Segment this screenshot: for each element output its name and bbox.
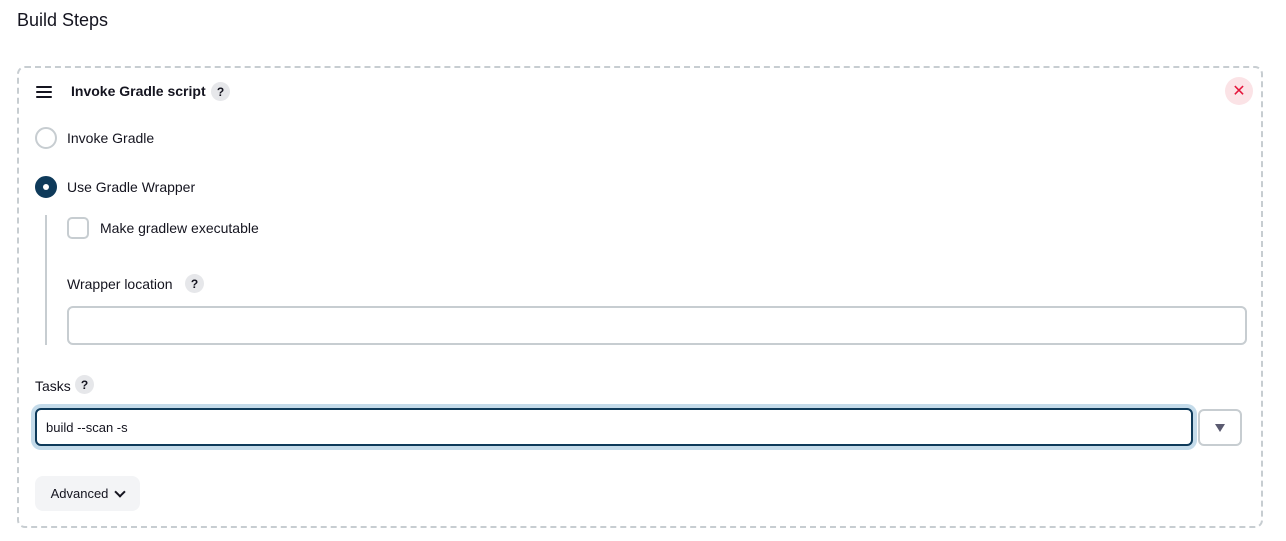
tasks-help-icon[interactable]: ?: [75, 375, 94, 394]
drag-line: [36, 96, 52, 98]
close-icon: ✕: [1232, 83, 1246, 100]
delete-step-button[interactable]: ✕: [1225, 77, 1253, 105]
build-step-card: [17, 66, 1263, 528]
step-title: Invoke Gradle script: [71, 83, 206, 99]
advanced-label: Advanced: [50, 486, 109, 501]
step-help-icon[interactable]: ?: [211, 82, 230, 101]
wrapper-location-input[interactable]: [67, 306, 1247, 345]
radio-use-gradle-wrapper-label[interactable]: Use Gradle Wrapper: [67, 179, 195, 195]
radio-invoke-gradle-label[interactable]: Invoke Gradle: [67, 130, 154, 146]
nested-section-divider: [45, 215, 47, 345]
chevron-down-icon: [114, 485, 127, 498]
make-gradlew-executable-checkbox[interactable]: [67, 217, 89, 239]
drag-handle-icon[interactable]: [36, 86, 52, 98]
tasks-dropdown-button[interactable]: [1198, 409, 1242, 446]
drag-line: [36, 91, 52, 93]
radio-invoke-gradle[interactable]: [35, 127, 57, 149]
radio-use-gradle-wrapper[interactable]: [35, 176, 57, 198]
wrapper-location-help-icon[interactable]: ?: [185, 274, 204, 293]
drag-line: [36, 86, 52, 88]
section-title: Build Steps: [17, 10, 109, 30]
dropdown-triangle-icon: [1215, 423, 1225, 432]
tasks-label: Tasks: [35, 378, 71, 394]
wrapper-location-label: Wrapper location: [67, 276, 173, 292]
tasks-input[interactable]: [35, 408, 1193, 446]
make-gradlew-executable-label[interactable]: Make gradlew executable: [100, 220, 259, 236]
advanced-button[interactable]: Advanced: [35, 476, 140, 511]
